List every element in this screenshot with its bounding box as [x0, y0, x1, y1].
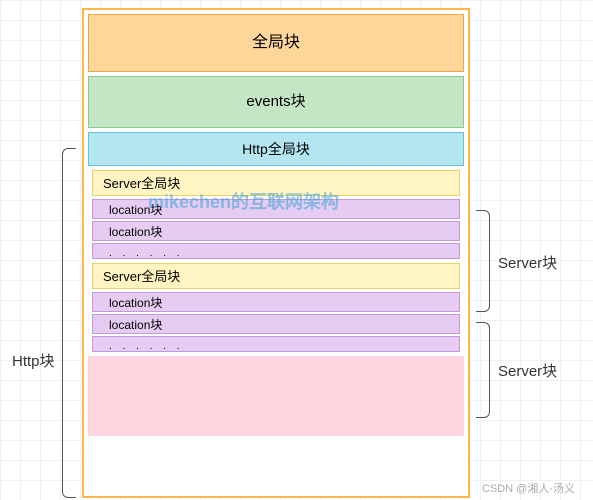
server-block-1: Server全局块 location块 location块 . . . . . … — [88, 170, 464, 259]
location-block: location块 — [92, 199, 460, 219]
location-block: location块 — [92, 221, 460, 241]
server-global-block: Server全局块 — [92, 170, 460, 196]
footer-watermark: CSDN @湘人-汤义 — [482, 480, 575, 496]
server-global-block: Server全局块 — [92, 263, 460, 289]
location-block: location块 — [92, 292, 460, 312]
server-block-2: Server全局块 location块 location块 . . . . . … — [88, 263, 464, 352]
http-global-block: Http全局块 — [88, 132, 464, 166]
http-bracket — [62, 148, 76, 498]
ellipsis-block: . . . . . . — [92, 336, 460, 352]
events-block: events块 — [88, 76, 464, 128]
global-block: 全局块 — [88, 14, 464, 72]
nginx-config-diagram: 全局块 events块 Http全局块 Server全局块 location块 … — [82, 8, 470, 498]
http-label: Http块 — [12, 350, 55, 371]
server-label-1: Server块 — [498, 252, 557, 273]
server-bracket-1 — [476, 210, 490, 312]
server-label-2: Server块 — [498, 360, 557, 381]
server-bracket-2 — [476, 322, 490, 418]
more-block — [88, 356, 464, 436]
ellipsis-block: . . . . . . — [92, 243, 460, 259]
location-block: location块 — [92, 314, 460, 334]
